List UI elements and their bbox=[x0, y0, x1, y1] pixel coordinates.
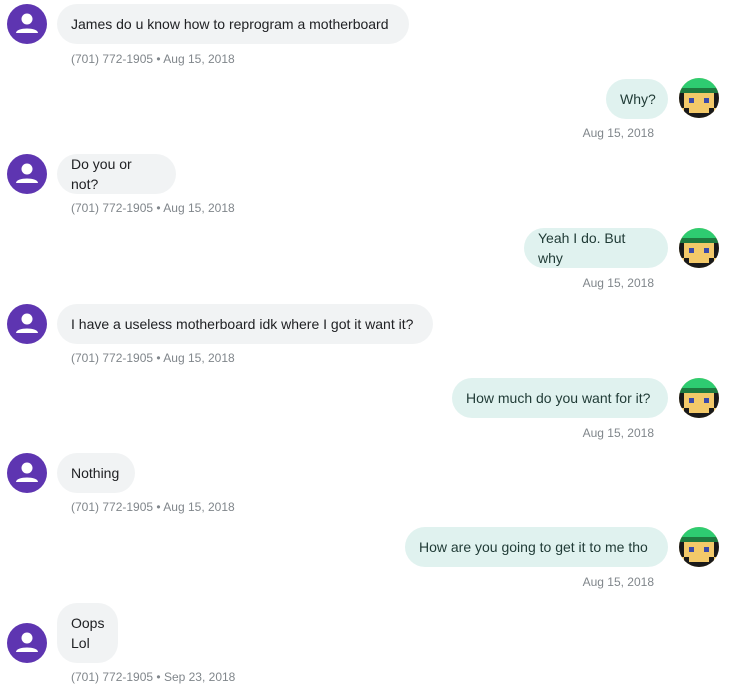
message-meta: (701) 772-1905 • Sep 23, 2018 bbox=[71, 670, 235, 684]
message-date: Sep 23, 2018 bbox=[163, 670, 236, 684]
message-row-incoming: Oops Lol (701) 772-1905 • Sep 23, 2018 bbox=[0, 0, 756, 690]
message-bubble[interactable]: Oops Lol bbox=[57, 603, 118, 663]
person-avatar-icon[interactable] bbox=[7, 623, 47, 663]
sender-phone: (701) 772-1905 bbox=[71, 670, 154, 684]
meta-separator: • bbox=[153, 670, 164, 684]
